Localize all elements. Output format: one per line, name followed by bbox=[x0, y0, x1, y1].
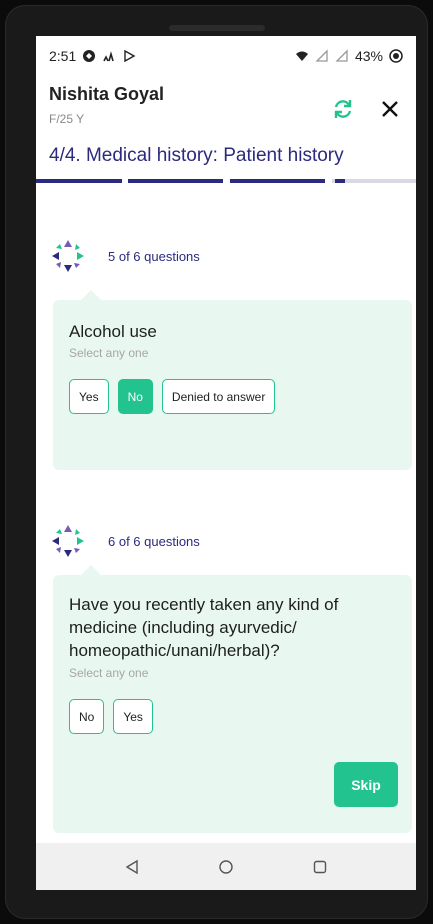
notification-signal-icon bbox=[103, 51, 115, 62]
notification-app-icon bbox=[83, 50, 96, 62]
app-logo-icon bbox=[52, 240, 84, 272]
card-notch bbox=[81, 565, 101, 575]
question-hint: Select any one bbox=[69, 666, 149, 680]
question-title: Have you recently taken any kind of medi… bbox=[69, 595, 339, 660]
battery-icon bbox=[389, 49, 403, 63]
wifi-icon bbox=[295, 51, 308, 61]
nav-home-button[interactable] bbox=[214, 855, 238, 879]
refresh-icon bbox=[334, 100, 352, 118]
option-denied-to-answer[interactable]: Denied to answer bbox=[161, 379, 276, 414]
notification-play-icon bbox=[124, 49, 136, 63]
question-meta: 5 of 6 questions bbox=[50, 238, 200, 274]
option-no[interactable]: No bbox=[69, 699, 105, 734]
patient-gender-age: F/25 Y bbox=[49, 112, 85, 126]
question-count: 5 of 6 questions bbox=[108, 248, 200, 264]
question-title: Alcohol use bbox=[69, 322, 157, 341]
app-header: Nishita Goyal F/25 Y bbox=[36, 76, 416, 146]
app-screen: 2:51 43% Nishita Goyal F/25 Y 4/4. Medic… bbox=[36, 36, 416, 890]
nav-home-icon bbox=[219, 859, 233, 874]
question-meta: 6 of 6 questions bbox=[50, 523, 200, 559]
signal-off-icon bbox=[315, 49, 328, 62]
status-right: 43% bbox=[295, 48, 403, 64]
status-time: 2:51 bbox=[49, 48, 77, 64]
option-row: No Yes bbox=[69, 699, 153, 734]
close-icon bbox=[382, 101, 398, 117]
option-yes[interactable]: Yes bbox=[69, 379, 109, 414]
question-list: 5 of 6 questions Alcohol use Select any … bbox=[36, 183, 416, 843]
close-button[interactable] bbox=[375, 94, 405, 124]
option-yes[interactable]: Yes bbox=[113, 699, 153, 734]
signal-off-icon-2 bbox=[335, 49, 348, 62]
nav-back-button[interactable] bbox=[120, 855, 144, 879]
question-hint: Select any one bbox=[69, 346, 149, 360]
option-no[interactable]: No bbox=[117, 379, 153, 414]
question-card: Have you recently taken any kind of medi… bbox=[53, 565, 412, 833]
system-nav-bar bbox=[36, 843, 416, 890]
speaker-grille bbox=[169, 25, 265, 31]
battery-percent: 43% bbox=[354, 48, 383, 64]
card-notch bbox=[81, 290, 101, 300]
question-count: 6 of 6 questions bbox=[108, 533, 200, 549]
status-left: 2:51 bbox=[49, 48, 136, 64]
app-logo-icon bbox=[52, 525, 84, 557]
option-row: Yes No Denied to answer bbox=[69, 379, 276, 414]
status-bar: 2:51 43% bbox=[36, 36, 416, 76]
refresh-button[interactable] bbox=[328, 94, 358, 124]
question-card: Alcohol use Select any one Yes No Denied… bbox=[53, 290, 412, 470]
nav-recents-button[interactable] bbox=[308, 855, 332, 879]
device-frame: 2:51 43% Nishita Goyal F/25 Y 4/4. Medic… bbox=[0, 0, 433, 924]
skip-button[interactable]: Skip bbox=[334, 762, 398, 807]
section-title: 4/4. Medical history: Patient history bbox=[49, 145, 344, 166]
nav-back-icon bbox=[125, 859, 138, 874]
patient-name: Nishita Goyal bbox=[49, 84, 165, 104]
nav-recents-icon bbox=[313, 860, 327, 873]
